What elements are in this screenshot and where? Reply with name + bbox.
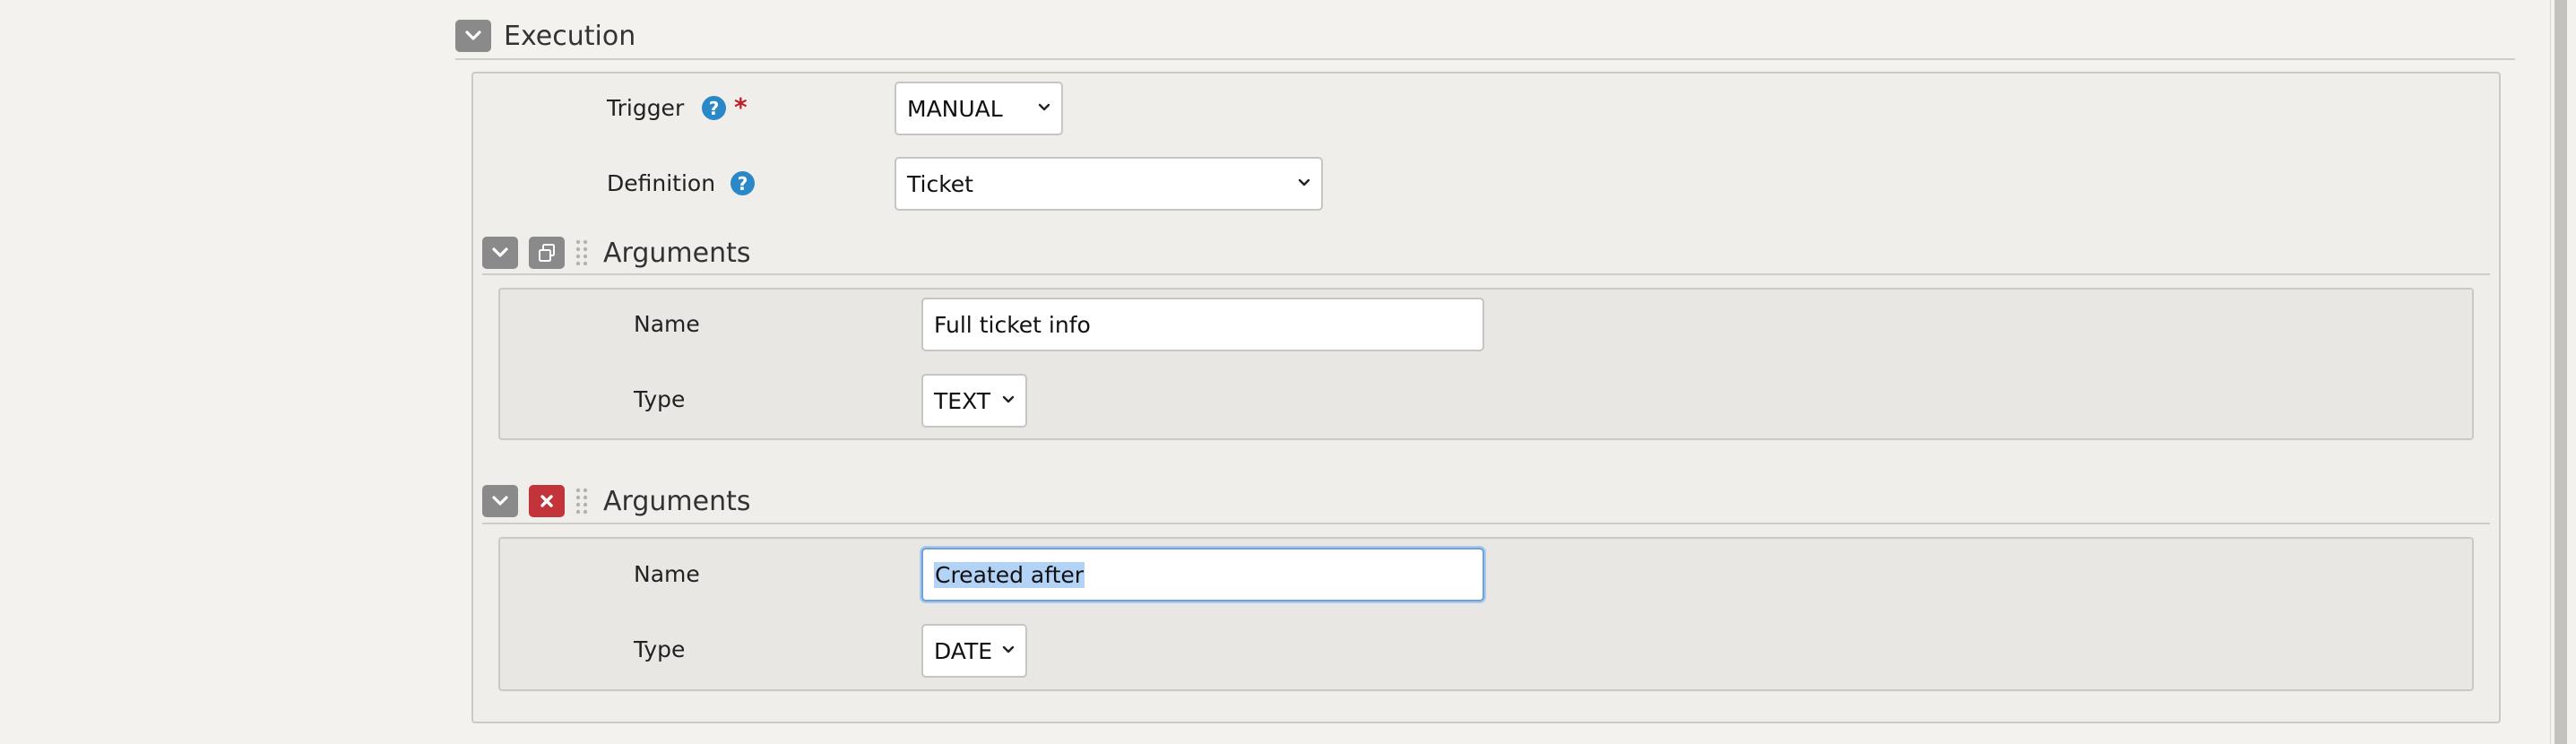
- close-icon: [540, 495, 553, 507]
- execution-section-header: Execution: [455, 20, 635, 52]
- chevron-down-icon: [465, 30, 481, 40]
- required-indicator: *: [734, 92, 748, 122]
- argument-2-type-value: DATE: [934, 637, 993, 664]
- trigger-label: Trigger: [607, 95, 685, 121]
- execution-divider: [455, 58, 2515, 60]
- argument-1-name-label: Name: [634, 311, 700, 337]
- chevron-down-icon: [1002, 645, 1015, 653]
- chevron-down-icon: [492, 496, 508, 506]
- argument-1-name-input[interactable]: Full ticket info: [921, 298, 1484, 351]
- execution-collapse-button[interactable]: [455, 20, 491, 52]
- execution-title: Execution: [504, 20, 636, 52]
- argument-1-title: Arguments: [603, 238, 751, 269]
- argument-1-type-value: TEXT: [934, 387, 991, 414]
- definition-select-value: Ticket: [907, 170, 973, 197]
- argument-2-title: Arguments: [603, 486, 751, 517]
- help-icon[interactable]: ?: [702, 96, 726, 120]
- drag-handle-icon[interactable]: [575, 487, 588, 515]
- argument-1-copy-button[interactable]: [529, 237, 565, 269]
- definition-label: Definition: [607, 170, 716, 196]
- argument-2-divider: [482, 523, 2490, 524]
- argument-2-type-select[interactable]: DATE: [921, 624, 1027, 678]
- definition-select[interactable]: Ticket: [895, 157, 1323, 211]
- argument-1-name-value: Full ticket info: [934, 311, 1091, 338]
- copy-icon: [539, 244, 555, 262]
- argument-1-type-select[interactable]: TEXT: [921, 374, 1027, 428]
- trigger-select[interactable]: MANUAL: [895, 82, 1063, 135]
- argument-2-panel: [498, 537, 2474, 691]
- argument-2-remove-button[interactable]: [529, 485, 565, 517]
- drag-handle-icon[interactable]: [575, 238, 588, 267]
- chevron-down-icon: [492, 247, 508, 257]
- argument-1-type-label: Type: [634, 386, 686, 412]
- chevron-down-icon: [1298, 178, 1310, 186]
- scrollbar-thumb[interactable]: [2554, 0, 2567, 744]
- argument-2-type-label: Type: [634, 636, 686, 662]
- argument-2-name-label: Name: [634, 561, 700, 587]
- argument-1-collapse-button[interactable]: [482, 237, 518, 269]
- trigger-select-value: MANUAL: [907, 95, 1003, 122]
- argument-2-name-input[interactable]: Created after: [921, 548, 1484, 601]
- argument-2-collapse-button[interactable]: [482, 485, 518, 517]
- argument-1-divider: [482, 273, 2490, 275]
- chevron-down-icon: [1038, 103, 1050, 111]
- chevron-down-icon: [1002, 395, 1015, 403]
- help-icon[interactable]: ?: [730, 171, 755, 195]
- argument-1-panel: [498, 288, 2474, 440]
- argument-2-name-value: Created after: [934, 561, 1085, 588]
